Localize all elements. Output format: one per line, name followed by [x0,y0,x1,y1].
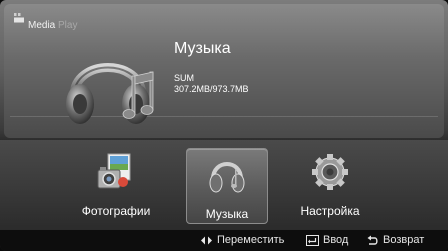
device-name: SUM [174,73,194,83]
logo-text-media: Media [28,20,56,31]
storage-usage: 307.2MB/973.7MB [174,84,249,94]
hint-move-label: Переместить [217,234,285,246]
media-play-screen: Media Play Музыка SUM 307.2MB/973.7MB Фо… [0,0,448,251]
hint-enter-label: Ввод [323,234,349,246]
menu-item-music[interactable]: Музыка [186,148,268,224]
hint-return: Возврат [366,234,424,246]
logo-text-play: Play [58,20,78,31]
menu-item-photos[interactable]: Фотографии [76,148,156,220]
menu-item-label: Музыка [205,207,249,221]
headphones-icon [209,162,245,193]
return-icon [367,235,378,245]
hint-return-label: Возврат [383,234,425,246]
section-title: Музыка [174,40,231,57]
menu-item-label: Настройка [300,204,360,218]
gear-icon [312,154,348,190]
headphones-hero-icon [66,63,154,124]
menu-item-label: Фотографии [81,204,151,218]
hint-enter: Ввод [306,234,348,246]
enter-icon [306,234,319,246]
menu-item-settings[interactable]: Настройка [290,148,370,220]
left-right-arrows-icon [201,236,212,244]
hint-move: Переместить [200,234,284,246]
photos-icon [97,153,131,189]
media-play-logo-icon [14,13,24,23]
